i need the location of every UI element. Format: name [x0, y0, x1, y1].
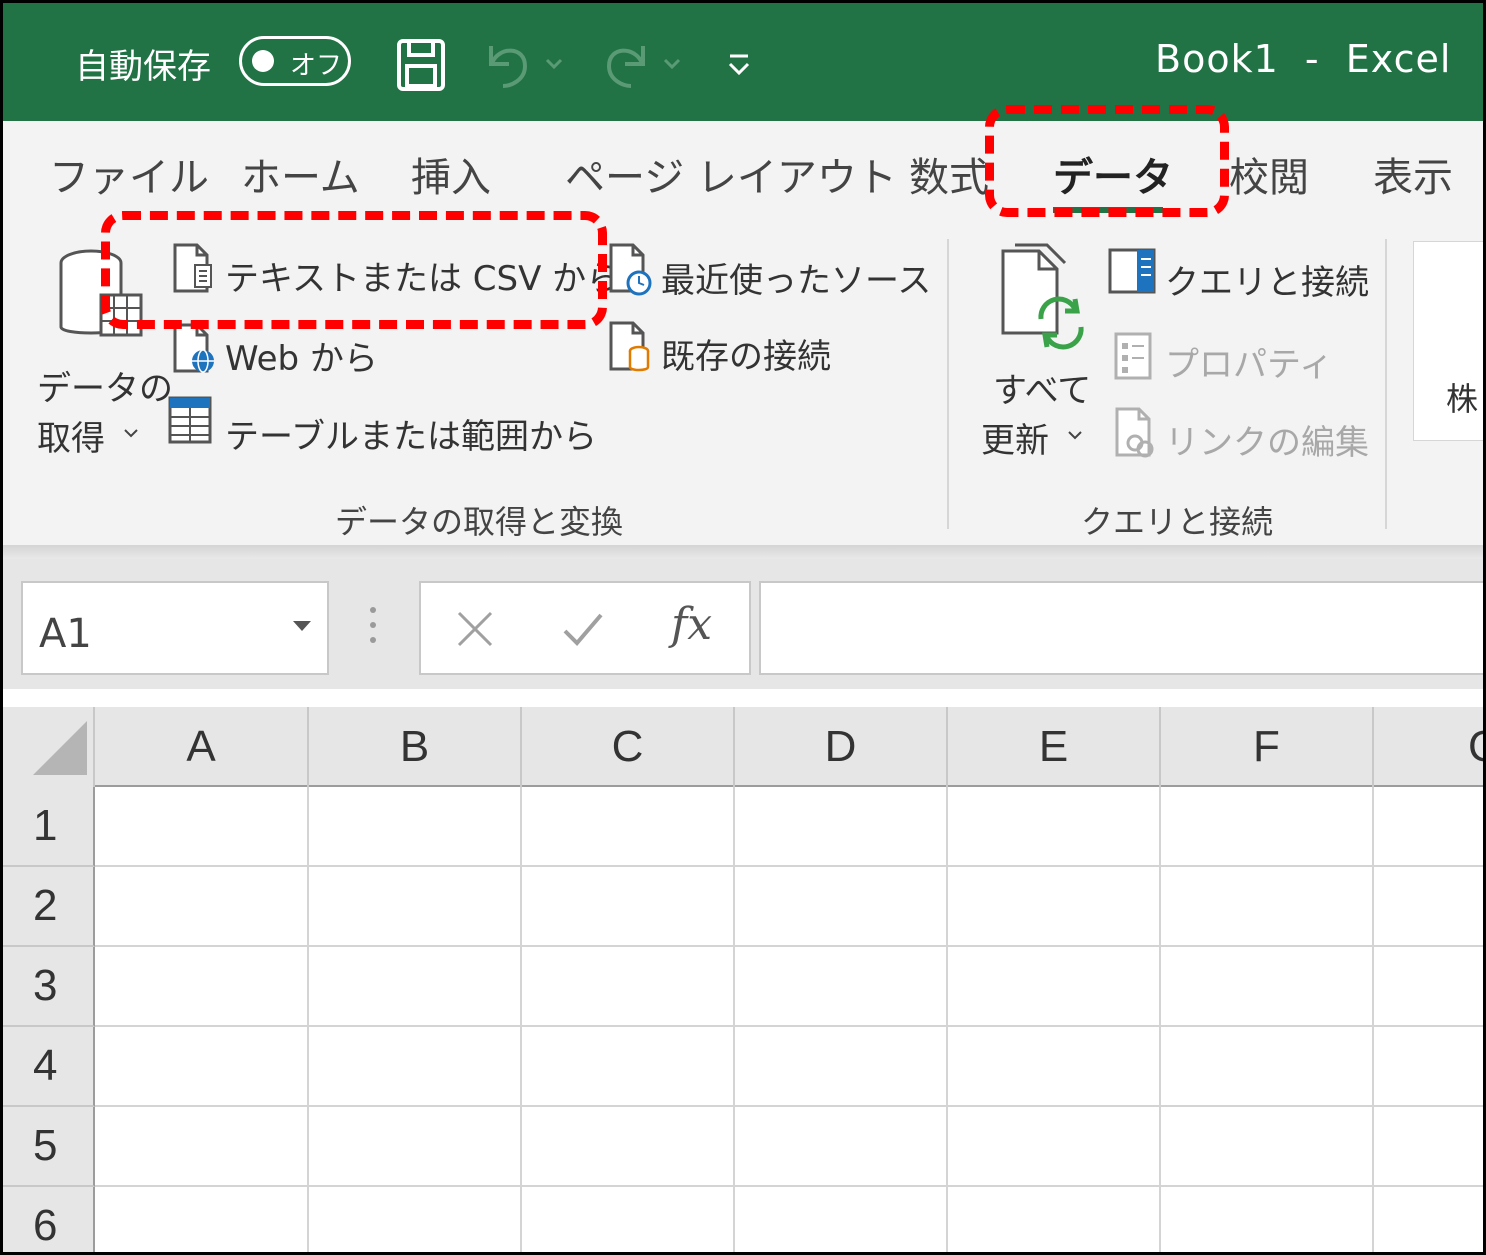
column-header-f[interactable]: F [1161, 707, 1374, 787]
row-gridline [95, 1105, 1483, 1107]
name-box[interactable]: A1 [21, 581, 329, 675]
name-box-dropdown-icon[interactable] [293, 621, 311, 631]
row-gridline [95, 1025, 1483, 1027]
tab-file[interactable]: ファイル [49, 145, 209, 203]
row-header-6[interactable]: 6 [3, 1187, 95, 1252]
column-gridline [733, 787, 735, 1252]
group-separator-2 [1385, 239, 1387, 529]
row-gridline [95, 865, 1483, 867]
customize-qat-icon[interactable] [721, 37, 757, 93]
refresh-icon[interactable] [999, 243, 1091, 357]
tab-view[interactable]: 表示 [1373, 145, 1453, 203]
formula-bar: A1 fx [3, 559, 1483, 689]
table-icon [167, 395, 215, 451]
row-gridline [95, 1185, 1483, 1187]
group-separator [947, 239, 949, 529]
column-headers: A B C D E F G [3, 707, 1483, 787]
web-globe-icon [171, 323, 217, 377]
select-all-triangle-icon [33, 721, 87, 775]
column-header-a[interactable]: A [95, 707, 309, 787]
excel-window: 自動保存 オフ Book1 - Excel ファイル ホーム 挿入 ページ レイ… [0, 0, 1486, 1255]
column-header-d[interactable]: D [735, 707, 948, 787]
select-all-button[interactable] [3, 707, 95, 787]
properties-button[interactable]: プロパティ [1165, 337, 1333, 386]
queries-pane-icon [1107, 247, 1157, 299]
tab-formulas[interactable]: 数式 [909, 145, 989, 203]
autosave-state: オフ [290, 51, 343, 81]
row-header-4[interactable]: 4 [3, 1027, 95, 1107]
cancel-icon[interactable] [455, 609, 495, 653]
column-gridline [520, 787, 522, 1252]
worksheet-grid: A B C D E F G 1 2 3 4 5 6 [3, 689, 1483, 1252]
from-web-button[interactable]: Web から [225, 331, 378, 380]
tab-insert[interactable]: 挿入 [411, 145, 491, 203]
refresh-chevron-down-icon[interactable] [1067, 427, 1083, 446]
column-gridline [1159, 787, 1161, 1252]
column-header-e[interactable]: E [948, 707, 1161, 787]
formula-buttons: fx [419, 581, 751, 675]
queries-connections-button[interactable]: クエリと接続 [1165, 255, 1369, 304]
row-gridline [95, 945, 1483, 947]
column-header-g[interactable]: G [1374, 707, 1483, 787]
ribbon-shadow [3, 545, 1483, 559]
autosave-toggle[interactable]: オフ [239, 36, 351, 86]
get-data-label-2[interactable]: 取得 [37, 411, 105, 460]
tab-page-layout[interactable]: ページ レイアウト [565, 145, 897, 203]
grid-top-spacer [3, 689, 1483, 707]
edit-links-icon [1113, 407, 1159, 465]
resize-handle-icon[interactable] [369, 605, 377, 645]
row-header-2[interactable]: 2 [3, 867, 95, 947]
connection-file-icon [607, 321, 655, 379]
refresh-all-label-1[interactable]: すべて [993, 363, 1091, 412]
toggle-knob [252, 50, 274, 72]
properties-icon [1113, 331, 1153, 385]
tab-home[interactable]: ホーム [241, 145, 360, 203]
row-header-1[interactable]: 1 [3, 787, 95, 867]
column-gridline [307, 787, 309, 1252]
redo-icon[interactable] [597, 37, 687, 93]
chevron-down-icon[interactable] [123, 425, 139, 444]
tab-review[interactable]: 校閲 [1229, 145, 1309, 203]
ribbon-tabs: ファイル ホーム 挿入 ページ レイアウト 数式 データ 校閲 表示 [3, 121, 1483, 213]
save-icon[interactable] [393, 37, 449, 93]
column-gridline [946, 787, 948, 1252]
window-title: Book1 - Excel [1155, 37, 1452, 81]
highlight-data-tab [985, 105, 1229, 217]
undo-icon[interactable] [481, 37, 571, 93]
name-box-value: A1 [39, 611, 92, 657]
column-gridline [1372, 787, 1374, 1252]
row-header-3[interactable]: 3 [3, 947, 95, 1027]
formula-input[interactable] [759, 581, 1483, 675]
data-types-gallery[interactable]: 株 [1413, 241, 1483, 441]
insert-function-button[interactable]: fx [671, 599, 712, 650]
group-label-queries: クエリと接続 [1081, 503, 1274, 541]
group-label-get-transform: データの取得と変換 [335, 503, 624, 541]
edit-links-button[interactable]: リンクの編集 [1165, 415, 1369, 464]
refresh-all-label-2[interactable]: 更新 [981, 413, 1049, 462]
stocks-datatype-label: 株 [1446, 380, 1479, 418]
title-bar: 自動保存 オフ Book1 - Excel [3, 3, 1483, 121]
recent-sources-button[interactable]: 最近使ったソース [661, 253, 931, 302]
column-header-b[interactable]: B [309, 707, 522, 787]
autosave-label: 自動保存 [75, 47, 211, 87]
existing-connections-button[interactable]: 既存の接続 [661, 329, 831, 378]
column-header-c[interactable]: C [522, 707, 735, 787]
highlight-from-text-csv [101, 211, 607, 329]
from-table-range-button[interactable]: テーブルまたは範囲から [225, 409, 597, 458]
enter-check-icon[interactable] [561, 609, 605, 653]
row-header-5[interactable]: 5 [3, 1107, 95, 1187]
get-data-label-1[interactable]: データの [37, 361, 173, 410]
clock-file-icon [607, 243, 655, 301]
